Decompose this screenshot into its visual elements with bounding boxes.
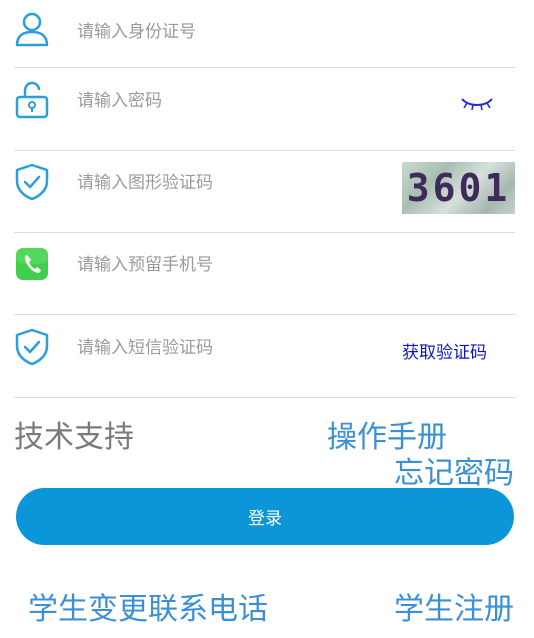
sms-code-input[interactable] <box>77 334 377 362</box>
captcha-image[interactable]: 3601 <box>402 162 515 214</box>
id-number-row <box>14 0 515 68</box>
unlock-icon <box>14 81 50 119</box>
captcha-row: 3601 <box>14 151 515 233</box>
eye-closed-icon[interactable] <box>459 93 495 113</box>
sms-code-row: 获取验证码 <box>14 316 515 398</box>
shield-check-icon <box>14 328 50 366</box>
phone-app-icon <box>14 245 50 283</box>
captcha-input[interactable] <box>77 169 377 197</box>
tech-support-label: 技术支持 <box>14 420 134 455</box>
change-phone-link[interactable]: 学生变更联系电话 <box>28 584 268 628</box>
shield-check-icon <box>14 163 50 201</box>
phone-input[interactable] <box>77 251 377 279</box>
login-button[interactable]: 登录 <box>16 488 514 545</box>
phone-row <box>14 233 515 315</box>
password-row <box>14 69 515 151</box>
forgot-password-link[interactable]: 忘记密码 <box>394 448 514 492</box>
user-icon <box>14 10 50 48</box>
register-link[interactable]: 学生注册 <box>394 584 514 628</box>
get-code-button[interactable]: 获取验证码 <box>402 338 487 363</box>
password-input[interactable] <box>77 87 377 115</box>
id-number-input[interactable] <box>77 18 377 46</box>
